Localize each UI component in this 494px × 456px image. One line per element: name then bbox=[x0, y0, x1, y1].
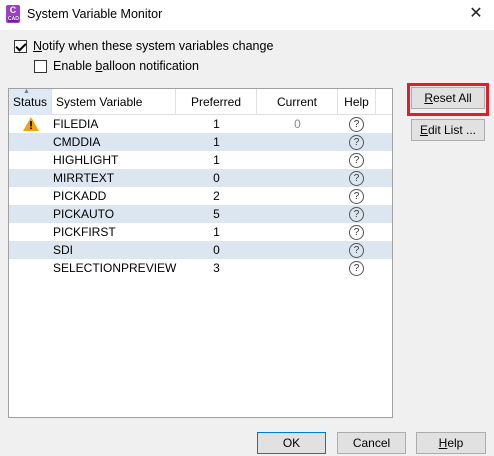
variable-name: PICKAUTO bbox=[53, 207, 115, 221]
preferred-value[interactable]: 1 bbox=[176, 223, 257, 241]
preferred-value[interactable]: 1 bbox=[176, 115, 257, 133]
table-header: ▲ Status System Variable Preferred Curre… bbox=[9, 88, 392, 115]
close-icon[interactable]: ✕ bbox=[466, 4, 486, 24]
table-row[interactable]: PICKFIRST 1 ? bbox=[9, 223, 392, 241]
help-icon[interactable]: ? bbox=[349, 153, 364, 168]
header-help[interactable]: Help bbox=[338, 89, 376, 115]
app-icon-letter: C bbox=[9, 5, 17, 15]
reset-all-button[interactable]: Reset All bbox=[411, 87, 485, 109]
help-icon[interactable]: ? bbox=[349, 225, 364, 240]
cancel-button[interactable]: Cancel bbox=[337, 432, 406, 454]
current-value bbox=[257, 259, 338, 277]
preferred-value[interactable]: 1 bbox=[176, 151, 257, 169]
title-bar: C CAD System Variable Monitor ✕ bbox=[0, 0, 494, 30]
help-icon[interactable]: ? bbox=[349, 189, 364, 204]
notify-checkbox[interactable] bbox=[14, 39, 27, 53]
edit-list-button[interactable]: Edit List ... bbox=[411, 119, 485, 141]
table-row[interactable]: HIGHLIGHT 1 ? bbox=[9, 151, 392, 169]
current-value bbox=[257, 241, 338, 259]
preferred-value[interactable]: 0 bbox=[176, 241, 257, 259]
variable-name: MIRRTEXT bbox=[53, 171, 115, 185]
current-value bbox=[257, 151, 338, 169]
table-row[interactable]: PICKADD 2 ? bbox=[9, 187, 392, 205]
notify-option[interactable]: Notify when these system variables chang… bbox=[14, 39, 273, 53]
preferred-value[interactable]: 2 bbox=[176, 187, 257, 205]
help-icon[interactable]: ? bbox=[349, 171, 364, 186]
variable-name: SELECTIONPREVIEW bbox=[53, 261, 177, 275]
preferred-value[interactable]: 5 bbox=[176, 205, 257, 223]
preferred-value[interactable]: 3 bbox=[176, 259, 257, 277]
app-icon-sub: CAD bbox=[8, 16, 19, 22]
table-row[interactable]: PICKAUTO 5 ? bbox=[9, 205, 392, 223]
variable-name: FILEDIA bbox=[53, 117, 99, 131]
app-icon: C CAD bbox=[6, 5, 20, 23]
table-row[interactable]: MIRRTEXT 0 ? bbox=[9, 169, 392, 187]
help-icon[interactable]: ? bbox=[349, 117, 364, 132]
help-button[interactable]: Help bbox=[416, 432, 486, 454]
current-value bbox=[257, 169, 338, 187]
variable-name: PICKADD bbox=[53, 189, 107, 203]
header-current[interactable]: Current bbox=[257, 89, 338, 115]
variable-name: PICKFIRST bbox=[53, 225, 116, 239]
variable-name: CMDDIA bbox=[53, 135, 101, 149]
variable-table[interactable]: ▲ Status System Variable Preferred Curre… bbox=[8, 88, 393, 418]
header-status[interactable]: ▲ Status bbox=[9, 88, 52, 115]
current-value bbox=[257, 205, 338, 223]
balloon-checkbox[interactable] bbox=[34, 59, 47, 73]
sort-caret-icon: ▲ bbox=[23, 88, 30, 95]
help-icon[interactable]: ? bbox=[349, 261, 364, 276]
table-row[interactable]: CMDDIA 1 ? bbox=[9, 133, 392, 151]
notify-label: Notify when these system variables chang… bbox=[33, 39, 274, 53]
help-icon[interactable]: ? bbox=[349, 135, 364, 150]
table-row[interactable]: SELECTIONPREVIEW 3 ? bbox=[9, 259, 392, 277]
variable-name: SDI bbox=[53, 243, 74, 257]
current-value bbox=[257, 187, 338, 205]
warning-icon bbox=[23, 117, 39, 131]
balloon-label: Enable balloon notification bbox=[53, 59, 199, 73]
header-preferred[interactable]: Preferred bbox=[176, 89, 257, 115]
preferred-value[interactable]: 0 bbox=[176, 169, 257, 187]
help-icon[interactable]: ? bbox=[349, 243, 364, 258]
current-value bbox=[257, 133, 338, 151]
window-title: System Variable Monitor bbox=[27, 7, 163, 21]
header-variable[interactable]: System Variable bbox=[52, 89, 176, 115]
variable-name: HIGHLIGHT bbox=[53, 153, 119, 167]
preferred-value[interactable]: 1 bbox=[176, 133, 257, 151]
ok-button[interactable]: OK bbox=[257, 432, 326, 454]
table-row[interactable]: SDI 0 ? bbox=[9, 241, 392, 259]
balloon-option[interactable]: Enable balloon notification bbox=[34, 59, 199, 73]
help-icon[interactable]: ? bbox=[349, 207, 364, 222]
current-value bbox=[257, 223, 338, 241]
table-row[interactable]: FILEDIA 1 0 ? bbox=[9, 115, 392, 133]
current-value: 0 bbox=[294, 117, 301, 131]
